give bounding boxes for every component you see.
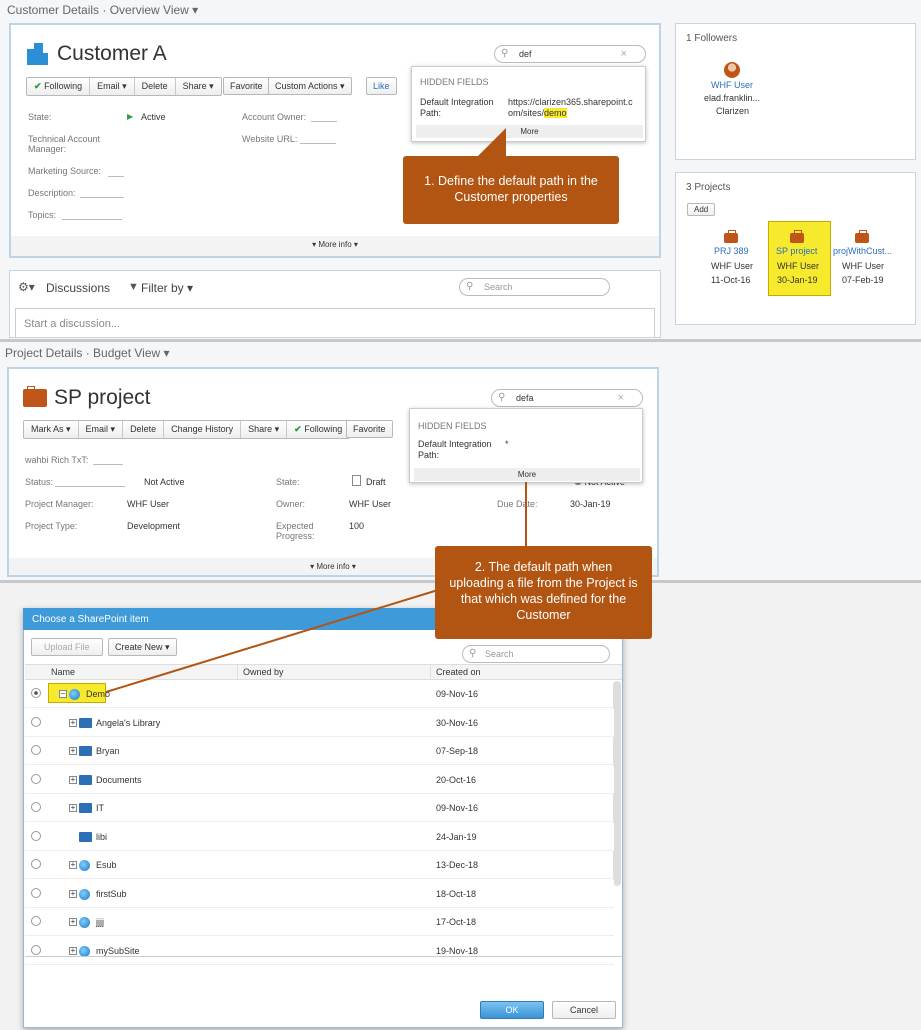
callout-2-arrow [105,589,439,693]
row-name[interactable]: Demo [86,689,110,699]
row-created-on: 09-Nov-16 [436,689,479,699]
globe-icon [69,689,80,700]
collapse-icon[interactable]: − [59,690,67,698]
callout-step-2: 2. The default path when uploading a fil… [435,546,652,639]
row-radio[interactable] [31,688,41,698]
